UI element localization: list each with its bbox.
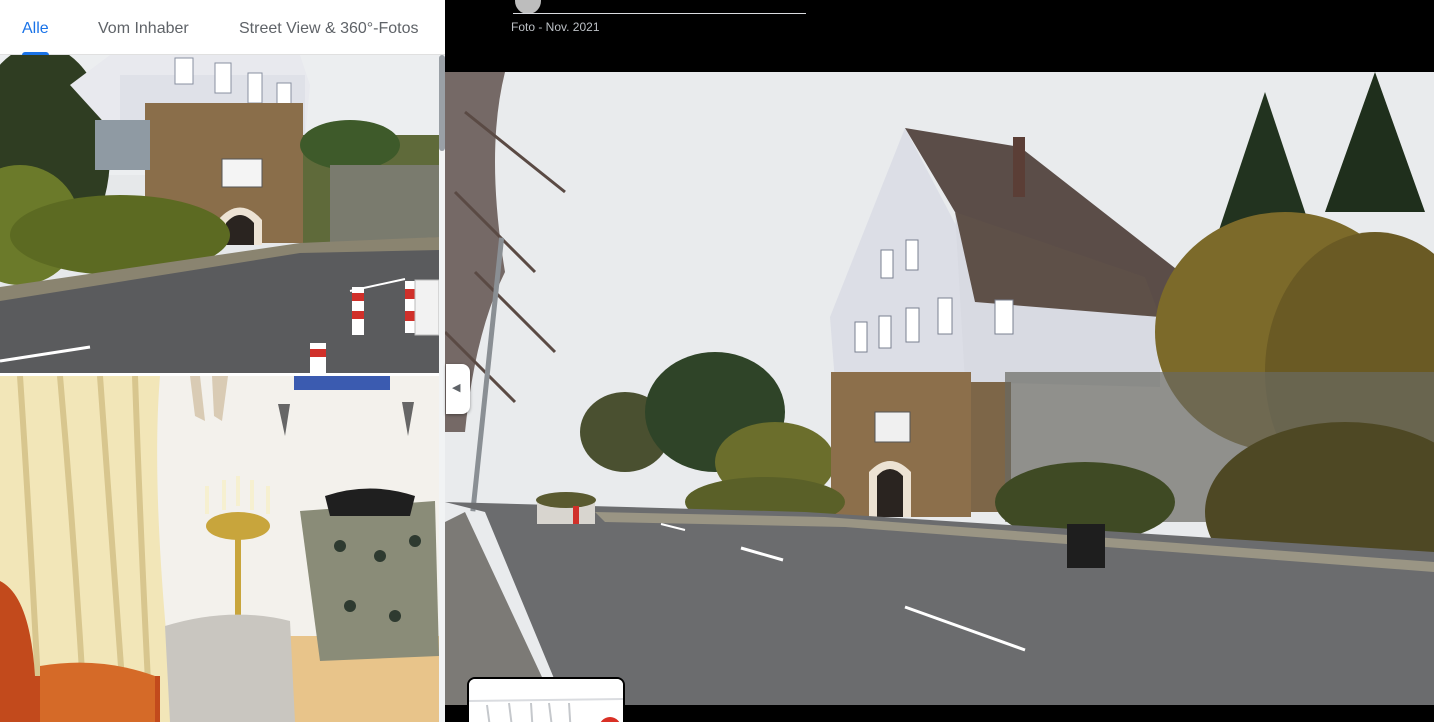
street-photo-image — [445, 72, 1434, 705]
tab-street-view[interactable]: Street View & 360°-Fotos — [239, 0, 419, 55]
collapse-panel-button[interactable]: ◀ — [446, 364, 470, 414]
building-thumbnail-image — [0, 55, 439, 373]
author-avatar[interactable] — [515, 0, 541, 14]
photo-viewer-header: Foto - Nov. 2021 — [445, 0, 1434, 72]
author-underline — [513, 13, 806, 14]
photo-date: Foto - Nov. 2021 — [511, 20, 600, 34]
tab-label: Vom Inhaber — [98, 20, 189, 37]
main-photo-viewer[interactable] — [445, 72, 1434, 705]
photo-tabs: Alle Vom Inhaber Street View & 360°-Foto… — [0, 0, 445, 55]
tab-label: Street View & 360°-Fotos — [239, 20, 419, 37]
photo-gallery-panel: Alle Vom Inhaber Street View & 360°-Foto… — [0, 0, 445, 722]
chevron-left-icon: ◀ — [452, 382, 461, 394]
tab-alle[interactable]: Alle — [22, 0, 49, 55]
tab-label: Alle — [22, 20, 49, 37]
minimap-image — [469, 679, 623, 722]
photo-thumbnail-interior[interactable] — [0, 376, 439, 722]
interior-thumbnail-image — [0, 376, 439, 722]
minimap[interactable] — [467, 677, 625, 722]
photo-thumbnail-building[interactable] — [0, 55, 439, 373]
tab-vom-inhaber[interactable]: Vom Inhaber — [98, 0, 189, 55]
